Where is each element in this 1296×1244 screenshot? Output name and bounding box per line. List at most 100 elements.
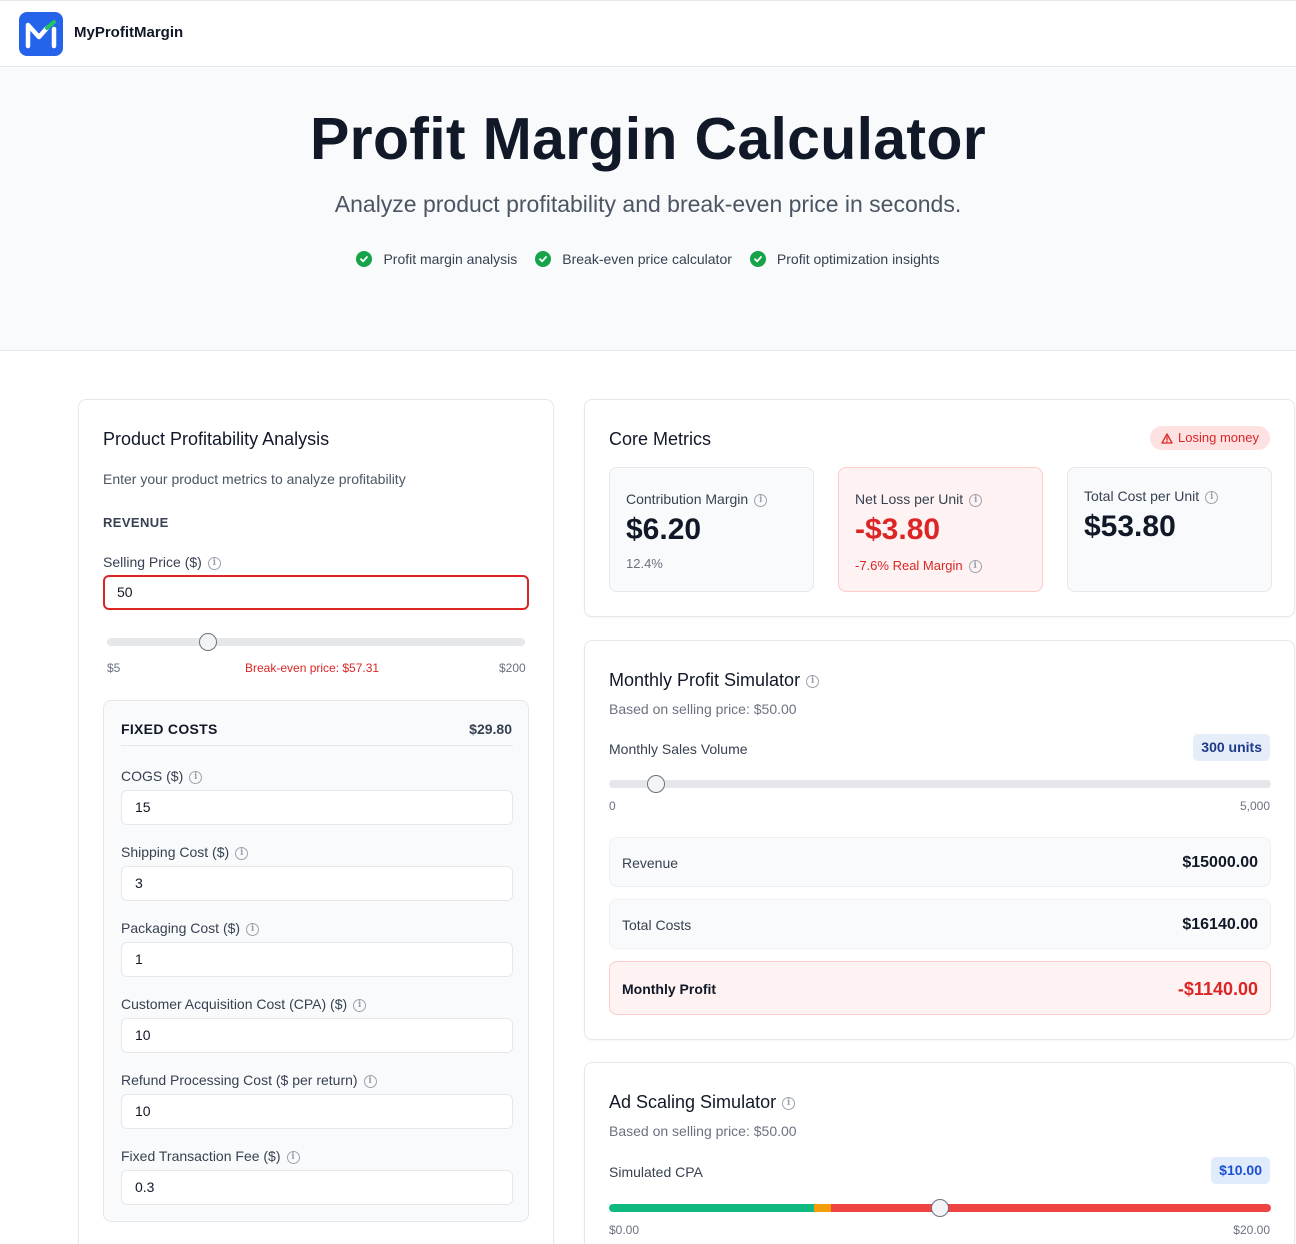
monthly-simulator-title: Monthly Profit Simulator i (609, 670, 820, 691)
row-label: Revenue (622, 855, 679, 871)
slider-max-label: $200 (499, 661, 526, 675)
revenue-row: Revenue $15000.00 (609, 837, 1271, 887)
metric-label: Contribution Margin i (626, 491, 768, 507)
packaging-cost-input[interactable]: 1 (121, 942, 513, 977)
field-label-text: Fixed Transaction Fee ($) (121, 1148, 281, 1164)
m-chart-logo-icon[interactable] (19, 12, 63, 56)
net-loss-value: -$3.80 (855, 513, 941, 546)
refund-cost-label: Refund Processing Cost ($ per return) i (121, 1072, 377, 1088)
cogs-input[interactable]: 15 (121, 790, 513, 825)
slider-min-label: $5 (107, 661, 121, 675)
ad-simulator-title: Ad Scaling Simulator i (609, 1092, 796, 1113)
info-icon[interactable]: i (806, 674, 820, 688)
cogs-label: COGS ($) i (121, 768, 203, 784)
brand-name[interactable]: MyProfitMargin (74, 24, 183, 41)
ad-scaling-simulator-card: Ad Scaling Simulator i Based on selling p… (584, 1062, 1295, 1244)
contribution-margin-percent: 12.4% (626, 556, 663, 571)
info-icon[interactable]: i (189, 770, 203, 784)
top-nav-bar: MyProfitMargin (0, 0, 1296, 67)
core-metrics-title: Core Metrics (609, 429, 712, 449)
core-metrics-card: Core Metrics Losing money Contribution M… (584, 399, 1295, 617)
total-cost-tile: Total Cost per Unit i $53.80 (1067, 467, 1272, 592)
simulated-cpa-label: Simulated CPA (609, 1164, 703, 1180)
transaction-fee-input[interactable]: 0.3 (121, 1170, 513, 1205)
monthly-simulator-title-text: Monthly Profit Simulator (609, 670, 801, 690)
metric-label-text: Net Loss per Unit (855, 491, 964, 507)
real-margin-text: -7.6% Real Margin (855, 558, 963, 573)
info-icon[interactable]: i (754, 493, 768, 507)
packaging-cost-label: Packaging Cost ($) i (121, 920, 260, 936)
row-label: Monthly Profit (622, 981, 717, 997)
info-icon[interactable]: i (968, 560, 982, 574)
net-loss-tile: Net Loss per Unit i -$3.80 -7.6% Real Mar… (838, 467, 1043, 592)
field-label-text: Packaging Cost ($) (121, 920, 241, 936)
cpa-label: Customer Acquisition Cost (CPA) ($) i (121, 996, 367, 1012)
divider (121, 745, 513, 746)
metric-label: Net Loss per Unit i (855, 491, 983, 507)
monthly-based-on: Based on selling price: $50.00 (609, 701, 797, 717)
selling-price-label-text: Selling Price ($) (103, 554, 202, 570)
volume-slider-track[interactable] (609, 780, 1271, 788)
volume-max-label: 5,000 (1239, 799, 1270, 813)
analysis-title: Product Profitability Analysis (103, 429, 330, 449)
analysis-description: Enter your product metrics to analyze pr… (103, 471, 406, 487)
info-icon[interactable]: i (1205, 490, 1219, 504)
selling-price-input[interactable]: 50 (103, 575, 529, 610)
feature-label: Profit optimization insights (776, 251, 940, 267)
status-badge-text: Losing money (1178, 430, 1259, 445)
info-icon[interactable]: i (235, 846, 249, 860)
fixed-costs-heading: FIXED COSTS (121, 721, 218, 737)
revenue-heading: REVENUE (103, 515, 169, 530)
ads-based-on: Based on selling price: $50.00 (609, 1123, 797, 1139)
fixed-costs-total: $29.80 (469, 721, 512, 737)
page-subtitle: Analyze product profitability and break-… (334, 191, 962, 217)
info-icon[interactable]: i (782, 1096, 796, 1110)
field-label-text: Shipping Cost ($) (121, 844, 230, 860)
info-icon[interactable]: i (353, 998, 367, 1012)
info-icon[interactable]: i (246, 922, 260, 936)
total-cost-value: $53.80 (1084, 510, 1176, 543)
contribution-margin-value: $6.20 (626, 513, 702, 546)
cpa-max-label: $20.00 (1233, 1223, 1270, 1237)
cpa-badge: $10.00 (1211, 1157, 1270, 1184)
real-margin-label: -7.6% Real Margin i (855, 558, 982, 574)
check-circle-icon (535, 251, 552, 267)
info-icon[interactable]: i (969, 493, 983, 507)
field-label-text: COGS ($) (121, 768, 184, 784)
monthly-volume-label: Monthly Sales Volume (609, 741, 748, 757)
ad-simulator-title-text: Ad Scaling Simulator (609, 1092, 777, 1112)
info-icon[interactable]: i (207, 556, 221, 570)
info-icon[interactable]: i (286, 1150, 300, 1164)
monthly-profit-value: -$1140.00 (1177, 979, 1258, 999)
total-costs-value: $16140.00 (1182, 916, 1258, 933)
check-circle-icon (749, 251, 766, 267)
cpa-min-label: $0.00 (609, 1223, 640, 1237)
refund-cost-input[interactable]: 10 (121, 1094, 513, 1129)
metric-label-text: Total Cost per Unit (1084, 488, 1200, 504)
volume-min-label: 0 (609, 799, 616, 813)
breakeven-price-label: Break-even price: $57.31 (245, 661, 380, 675)
profitability-analysis-card: Product Profitability Analysis Enter you… (78, 399, 554, 1244)
shipping-cost-input[interactable]: 3 (121, 866, 513, 901)
units-badge: 300 units (1193, 734, 1270, 761)
cpa-slider-thumb[interactable] (931, 1199, 949, 1217)
selling-price-slider-track[interactable] (107, 638, 525, 646)
monthly-profit-simulator-card: Monthly Profit Simulator i Based on selli… (584, 640, 1295, 1040)
feature-label: Break-even price calculator (562, 251, 732, 267)
check-circle-icon (356, 251, 373, 267)
hero-section: Profit Margin Calculator Analyze product… (0, 67, 1296, 351)
fixed-costs-panel: FIXED COSTS $29.80 COGS ($) i 15 Shipping… (103, 700, 529, 1222)
info-icon[interactable]: i (363, 1074, 377, 1088)
total-costs-row: Total Costs $16140.00 (609, 899, 1271, 949)
feature-item: Profit optimization insights (749, 251, 940, 267)
volume-slider-thumb[interactable] (647, 775, 665, 793)
field-label-text: Refund Processing Cost ($ per return) (121, 1072, 358, 1088)
metric-label-text: Contribution Margin (626, 491, 749, 507)
selling-price-slider-thumb[interactable] (199, 633, 217, 651)
feature-item: Profit margin analysis (356, 251, 517, 267)
losing-money-badge: Losing money (1150, 426, 1270, 450)
cpa-input[interactable]: 10 (121, 1018, 513, 1053)
shipping-cost-label: Shipping Cost ($) i (121, 844, 249, 860)
page-title: Profit Margin Calculator (310, 106, 986, 172)
monthly-profit-row: Monthly Profit -$1140.00 (609, 961, 1271, 1015)
